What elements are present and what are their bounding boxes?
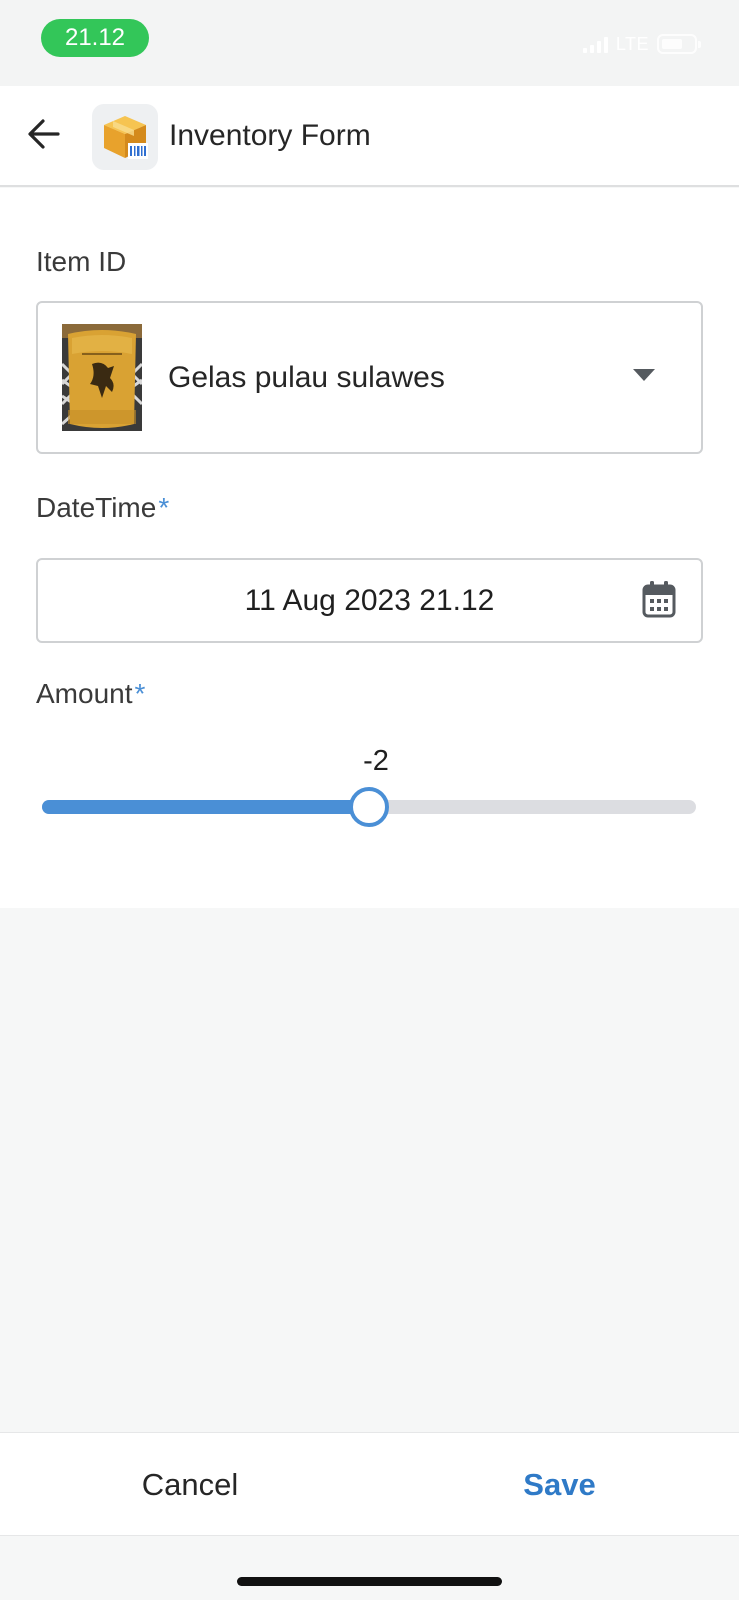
amount-label: Amount* — [36, 676, 145, 712]
page-title: Inventory Form — [169, 119, 371, 152]
package-barcode-icon — [92, 104, 158, 170]
network-type: LTE — [615, 33, 649, 54]
datetime-label: DateTime* — [36, 490, 169, 526]
battery-icon — [657, 34, 701, 54]
status-bar: 21.12 LTE — [0, 0, 739, 86]
form-actions: Cancel Save — [0, 1432, 739, 1536]
caret-down-icon — [633, 369, 655, 381]
save-button[interactable]: Save — [380, 1433, 739, 1537]
status-time: 21.12 — [41, 19, 149, 57]
required-marker: * — [134, 678, 146, 709]
datetime-field[interactable]: 11 Aug 2023 21.12 — [36, 558, 703, 643]
item-id-label-text: Item ID — [36, 246, 127, 277]
home-indicator — [237, 1577, 502, 1586]
back-button[interactable] — [22, 112, 66, 156]
datetime-label-text: DateTime — [36, 492, 157, 523]
arrow-left-icon — [28, 119, 60, 149]
cancel-button[interactable]: Cancel — [0, 1433, 380, 1537]
required-marker: * — [158, 492, 170, 523]
calendar-icon[interactable] — [641, 580, 677, 620]
amount-slider-fill — [42, 800, 369, 814]
amount-label-text: Amount — [36, 678, 133, 709]
datetime-value: 11 Aug 2023 21.12 — [244, 584, 495, 617]
status-indicators: LTE — [582, 33, 701, 55]
amount-value: -2 — [363, 745, 389, 777]
item-id-label: Item ID — [36, 244, 126, 280]
item-thumbnail — [62, 324, 142, 431]
app-header: Inventory Form — [0, 86, 739, 187]
inventory-form: Item ID Gelas pulau sulawes DateTime* 11… — [0, 188, 739, 908]
amount-slider[interactable] — [42, 787, 696, 827]
item-id-value: Gelas pulau sulawes — [168, 361, 445, 394]
item-id-select[interactable]: Gelas pulau sulawes — [36, 301, 703, 454]
signal-icon — [582, 35, 608, 53]
amount-slider-thumb[interactable] — [349, 787, 389, 827]
